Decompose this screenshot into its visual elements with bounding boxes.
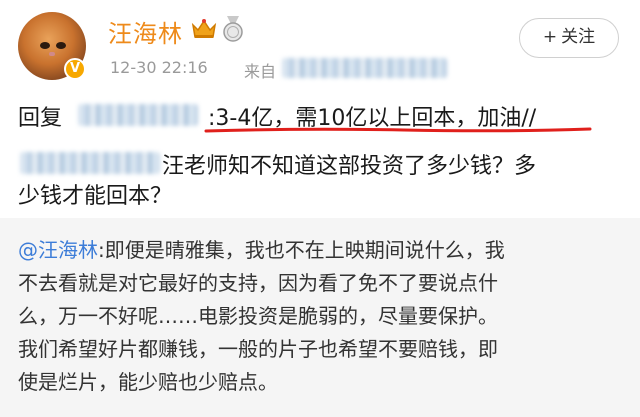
username[interactable]: 汪海林 (108, 14, 183, 49)
redacted-source (282, 58, 447, 78)
mention-link[interactable]: @汪海林 (18, 238, 98, 262)
quote-text: :即便是晴雅集，我也不在上映期间说什么，我 (98, 238, 505, 262)
avatar-nose (49, 52, 55, 56)
quote-line: 么，万一不好呢……电影投资是脆弱的，尽量要保护。 (18, 304, 498, 328)
avatar-eye (40, 42, 50, 49)
crown-icon[interactable] (190, 17, 218, 41)
plus-icon: + (542, 27, 558, 47)
post-time: 12-30 22:16 (110, 58, 208, 77)
avatar-eye (56, 42, 66, 49)
reply-text-line2: 汪老师知不知道这部投资了多少钱？多 (162, 154, 537, 179)
medal-icon[interactable] (220, 15, 246, 43)
redacted-reply-user (78, 104, 198, 126)
post-source-label: 来自 (244, 62, 277, 81)
weibo-post: V 汪海林 12-30 22:16 来自 + 关注 回复 :3-4亿，需10亿以上… (0, 0, 640, 218)
follow-button[interactable]: + 关注 (519, 18, 619, 58)
reply-text-line3: 少钱才能回本？ (18, 184, 173, 209)
quote-line: 使是烂片，能少赔也少赔点。 (18, 370, 278, 394)
follow-label: 关注 (561, 27, 596, 47)
verified-v-icon: V (64, 58, 86, 80)
redacted-reply-user-2 (20, 152, 160, 174)
quote-line: 我们希望好片都赚钱，一般的片子也希望不要赔钱，即 (18, 337, 498, 361)
red-underline-annotation (204, 127, 592, 133)
quote-line: @汪海林:即便是晴雅集，我也不在上映期间说什么，我 (18, 234, 505, 263)
quote-line: 不去看就是对它最好的支持，因为看了免不了要说点什 (18, 271, 498, 295)
reply-prefix: 回复 (18, 106, 63, 131)
